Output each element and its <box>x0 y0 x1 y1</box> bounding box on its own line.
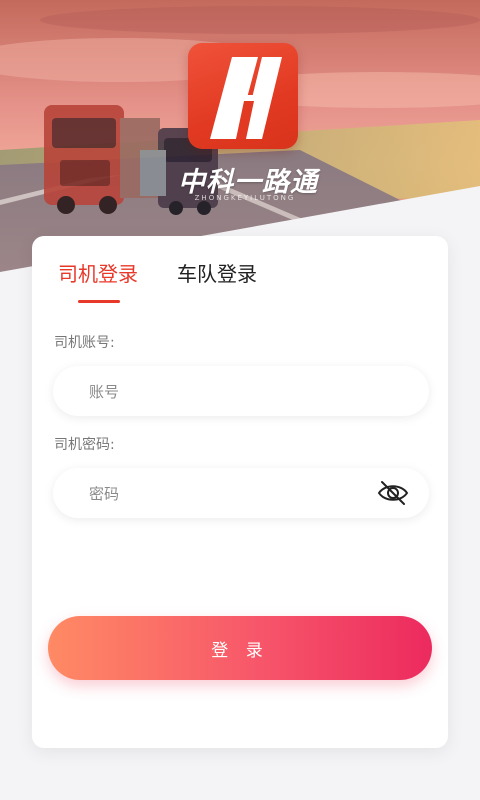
tab-driver-login[interactable]: 司机登录 <box>58 258 138 287</box>
account-input[interactable] <box>87 366 371 418</box>
app-logo <box>188 43 298 149</box>
active-tab-indicator <box>78 300 120 303</box>
login-button[interactable]: 登 录 <box>48 616 432 680</box>
password-field-wrapper <box>53 468 429 520</box>
password-input[interactable] <box>87 468 371 520</box>
brand-subtitle: ZHONGKEYILUTONG <box>194 194 296 202</box>
login-screen: 中科一路通 ZHONGKEYILUTONG 司机登录 车队登录 司机账号: 司机… <box>0 0 480 800</box>
account-field-wrapper <box>53 366 429 418</box>
login-card: 司机登录 车队登录 司机账号: 司机密码: 登 录 <box>32 236 448 748</box>
account-label: 司机账号: <box>54 335 115 351</box>
password-label: 司机密码: <box>54 437 115 453</box>
eye-off-icon[interactable] <box>377 479 409 507</box>
tab-fleet-login[interactable]: 车队登录 <box>177 258 257 287</box>
